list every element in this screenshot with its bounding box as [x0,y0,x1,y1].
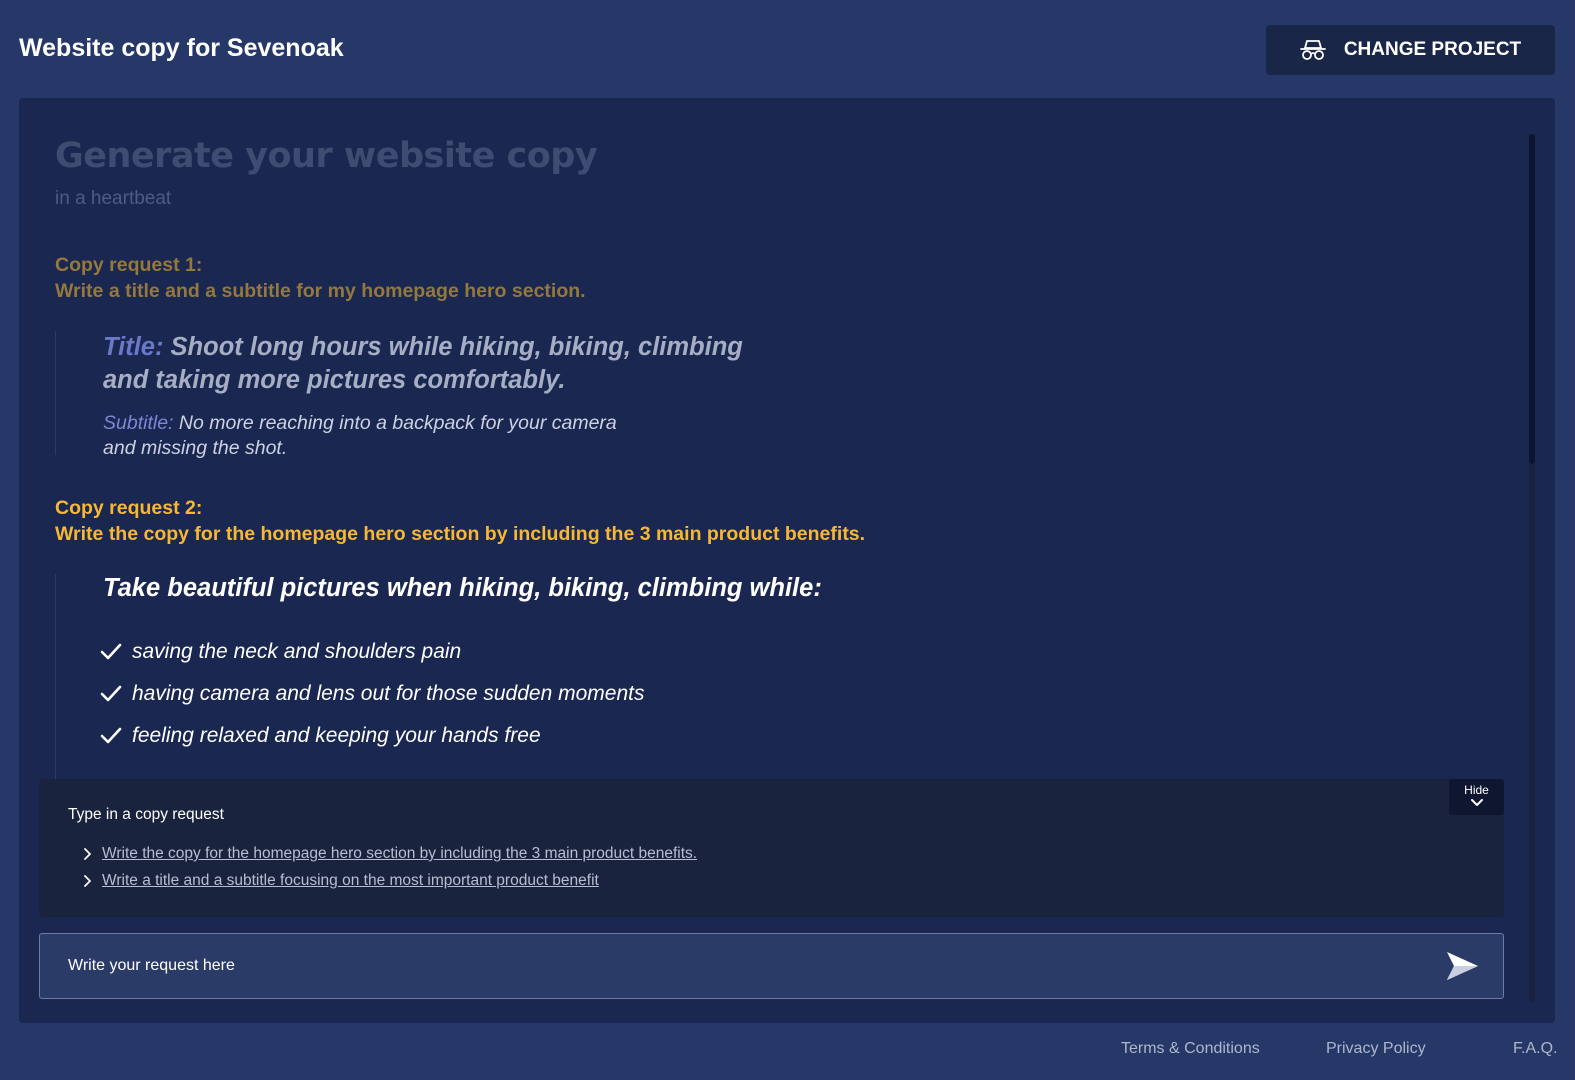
scrollbar-thumb[interactable] [1529,134,1535,464]
send-icon[interactable] [1444,949,1480,983]
benefit-item: saving the neck and shoulders pain [100,640,461,664]
benefit-text: feeling relaxed and keeping your hands f… [132,724,541,747]
hide-label: Hide [1464,783,1489,797]
main-heading: Generate your website copy [55,136,598,176]
copy-request-1-label: Copy request 1: [55,254,203,276]
privacy-link[interactable]: Privacy Policy [1326,1040,1426,1058]
benefit-item: feeling relaxed and keeping your hands f… [100,724,541,748]
suggestion-item[interactable]: Write a title and a subtitle focusing on… [83,872,599,890]
copy-request-2: Copy request 2: Write the copy for the h… [55,495,865,547]
chevron-down-icon [1470,799,1483,806]
benefit-text: saving the neck and shoulders pain [132,640,462,663]
copy-answer-2: Take beautiful pictures when hiking, bik… [55,574,955,784]
chevron-right-icon [84,848,91,860]
benefit-item: having camera and lens out for those sud… [100,682,644,706]
page-title: Website copy for Sevenoak [19,34,344,62]
request-input-box [39,933,1504,999]
copy-request-1: Copy request 1: Write a title and a subt… [55,252,586,304]
benefit-text: having camera and lens out for those sud… [132,682,645,705]
copy-request-1-text: Write a title and a subtitle for my home… [55,280,586,302]
check-icon [100,727,122,744]
answer-title-line1: Shoot long hours while hiking, biking, c… [163,333,743,361]
answer-subtitle-line1: No more reaching into a backpack for you… [173,412,617,434]
chevron-right-icon [84,875,91,887]
answer-title: Title: Shoot long hours while hiking, bi… [103,331,743,397]
answer-subtitle: Subtitle: No more reaching into a backpa… [103,411,617,461]
suggestion-link[interactable]: Write a title and a subtitle focusing on… [102,872,599,890]
suggestions-box: Type in a copy request Hide Write the co… [39,779,1504,917]
answer-title-label: Title: [103,333,164,361]
answer-title-line2: and taking more pictures comfortably. [103,366,566,394]
check-icon [100,685,122,702]
copy-answer-1: Title: Shoot long hours while hiking, bi… [55,331,855,459]
check-icon [100,643,122,660]
spy-glasses-icon [1299,40,1326,60]
change-project-button[interactable]: CHANGE PROJECT [1266,25,1555,75]
content-panel: Generate your website copy in a heartbea… [19,98,1555,1023]
request-input[interactable] [68,952,1408,980]
suggestion-item[interactable]: Write the copy for the homepage hero sec… [83,845,697,863]
terms-link[interactable]: Terms & Conditions [1121,1040,1260,1058]
answer-headline: Take beautiful pictures when hiking, bik… [103,574,822,602]
suggestion-link[interactable]: Write the copy for the homepage hero sec… [102,845,697,863]
change-project-label: CHANGE PROJECT [1343,39,1522,60]
hide-suggestions-button[interactable]: Hide [1449,779,1504,815]
scrollbar[interactable] [1529,134,1535,1002]
answer-subtitle-label: Subtitle: [103,412,174,434]
suggestions-label: Type in a copy request [68,806,224,823]
faq-link[interactable]: F.A.Q. [1513,1040,1557,1058]
main-subheading: in a heartbeat [55,188,172,209]
answer-subtitle-line2: and missing the shot. [103,437,288,459]
copy-request-2-label: Copy request 2: [55,497,203,519]
copy-request-2-text: Write the copy for the homepage hero sec… [55,523,866,545]
